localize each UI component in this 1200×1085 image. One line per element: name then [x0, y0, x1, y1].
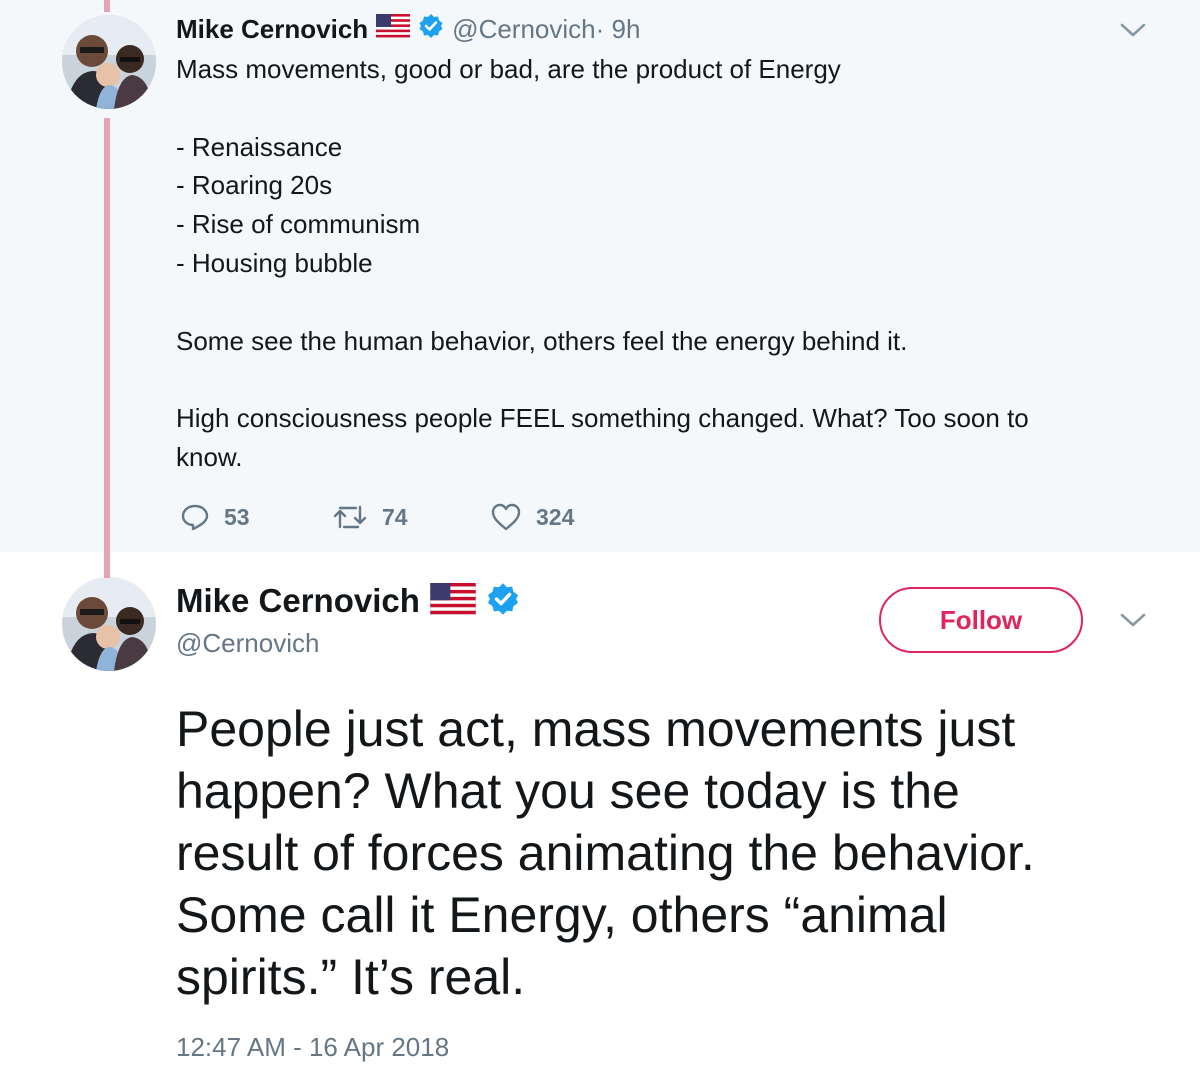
tweet-timestamp[interactable]: 12:47 AM - 16 Apr 2018	[176, 1032, 449, 1063]
chevron-down-icon[interactable]	[1118, 610, 1148, 635]
reply-button[interactable]: 53	[180, 502, 250, 532]
like-count: 324	[536, 503, 575, 530]
heart-icon	[491, 503, 521, 531]
author-name[interactable]: Mike Cernovich	[176, 14, 368, 45]
tweet-text-line: High consciousness people FEEL something…	[176, 403, 1029, 434]
tweet-text-line: - Rise of communism	[176, 209, 421, 240]
tweet-text-line: Mass movements, good or bad, are the pro…	[176, 54, 841, 84]
author-handle[interactable]: @Cernovich	[176, 628, 319, 659]
retweet-count: 74	[382, 503, 408, 530]
avatar[interactable]	[62, 15, 156, 109]
chevron-down-icon[interactable]	[1118, 20, 1148, 45]
author-name[interactable]: Mike Cernovich	[176, 582, 420, 620]
author-handle[interactable]: @Cernovich	[452, 14, 595, 45]
retweet-button[interactable]: 74	[332, 502, 408, 532]
tweet-text-line: spirits.” It’s real.	[176, 949, 526, 1005]
like-button[interactable]: 324	[490, 502, 574, 532]
tweet-text-line: Some see the human behavior, others feel…	[176, 325, 908, 356]
tweet-text-line: - Renaissance	[176, 131, 343, 162]
tweet-text-line: People just act, mass movements just	[176, 701, 1016, 757]
parent-tweet-text: Mass movements, good or bad, are the pro…	[176, 50, 1116, 477]
tweet-text-gap	[176, 360, 1116, 399]
verified-badge-icon	[486, 582, 520, 621]
tweet-text-line: - Roaring 20s	[176, 170, 333, 201]
us-flag-icon	[375, 13, 411, 45]
verified-badge-icon	[418, 13, 444, 46]
tweet-text-line: Some call it Energy, others “animal	[176, 887, 948, 943]
tweet-text-line: know.	[176, 441, 243, 472]
tweet-text-line: - Housing bubble	[176, 247, 373, 278]
tweet-text-line: result of forces animating the behavior.	[176, 825, 1035, 881]
thread-line-top	[104, 0, 110, 12]
tweet-text-gap	[176, 283, 1116, 322]
avatar[interactable]	[62, 577, 156, 671]
main-tweet-text: People just act, mass movements just hap…	[176, 698, 1166, 1008]
tweet-text-line: happen? What you see today is the	[176, 763, 960, 819]
tweet-time[interactable]: · 9h	[596, 14, 641, 45]
follow-button[interactable]: Follow	[879, 587, 1083, 653]
thread-connector-line	[104, 118, 110, 578]
reply-count: 53	[224, 503, 250, 530]
reply-icon	[181, 504, 209, 531]
main-tweet-author: Mike Cernovich	[176, 580, 520, 622]
us-flag-icon	[429, 582, 476, 620]
tweet-text-gap	[176, 89, 1116, 128]
retweet-icon	[333, 505, 367, 529]
parent-tweet-header: Mike Cernovich @Cernovich · 9h	[176, 12, 640, 46]
